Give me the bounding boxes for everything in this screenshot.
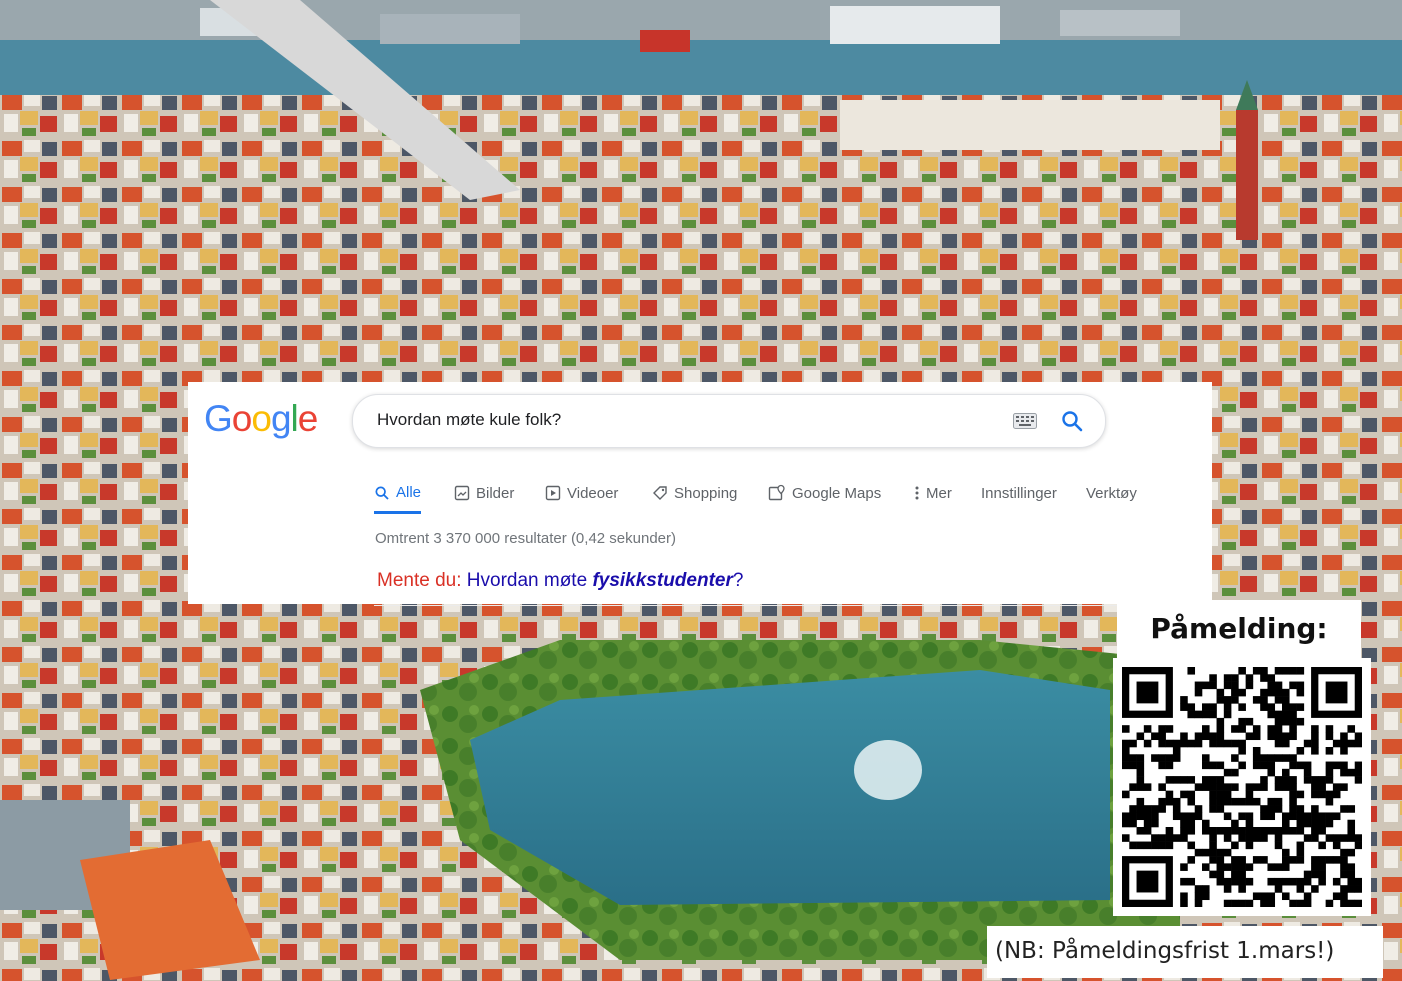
logo-letter: e — [297, 398, 319, 439]
tab-label: Bilder — [476, 484, 515, 502]
dym-text-after: ? — [732, 570, 744, 591]
dym-text-before: Hvordan møte — [466, 570, 593, 591]
tab-label: Verktøy — [1086, 484, 1137, 502]
tab-mer[interactable]: Mer — [914, 474, 952, 512]
tab-alle[interactable]: Alle — [374, 474, 422, 514]
video-icon — [545, 485, 561, 501]
search-icon[interactable] — [1060, 409, 1084, 433]
registration-deadline: (NB: Påmeldingsfrist 1.mars!) — [995, 938, 1335, 964]
google-search-panel: Google Alle Bilder Videoer — [188, 382, 1338, 606]
tab-label: Google Maps — [792, 484, 882, 502]
tab-innstillinger[interactable]: Innstillinger — [981, 474, 1057, 512]
logo-letter: o — [251, 398, 272, 439]
tag-icon — [653, 486, 667, 500]
tab-label: Videoer — [567, 484, 619, 502]
did-you-mean-link[interactable]: Hvordan møte fysikkstudenter? — [467, 570, 744, 591]
registration-qr-code[interactable] — [1113, 658, 1371, 916]
tab-videoer[interactable]: Videoer — [545, 474, 618, 512]
registration-title-box: Påmelding: — [1117, 600, 1361, 660]
google-logo[interactable]: Google — [204, 398, 319, 440]
search-icon — [375, 485, 389, 500]
qr-code-icon — [1122, 667, 1362, 907]
image-icon — [454, 485, 470, 501]
tab-bilder[interactable]: Bilder — [454, 474, 514, 512]
logo-letter: l — [290, 398, 299, 439]
logo-letter: g — [270, 398, 292, 439]
deadline-box: (NB: Påmeldingsfrist 1.mars!) — [987, 926, 1383, 978]
tab-label: Innstillinger — [981, 484, 1057, 502]
logo-letter: o — [231, 398, 253, 439]
search-input[interactable] — [377, 410, 977, 430]
registration-title: Påmelding: — [1150, 612, 1328, 645]
map-icon — [768, 484, 785, 501]
tab-label: Mer — [926, 484, 952, 502]
result-stats: Omtrent 3 370 000 resultater (0,42 sekun… — [375, 530, 676, 547]
more-vert-icon — [915, 486, 919, 500]
tab-shopping[interactable]: Shopping — [652, 474, 737, 512]
tab-google-maps[interactable]: Google Maps — [768, 474, 881, 512]
tab-label: Alle — [396, 484, 422, 501]
did-you-mean-prefix: Mente du: — [377, 570, 462, 591]
dym-emphasis: fysikkstudenter — [592, 570, 733, 591]
did-you-mean: Mente du: Hvordan møte fysikkstudenter? — [377, 570, 743, 592]
tab-verktoy[interactable]: Verktøy — [1086, 474, 1137, 512]
logo-letter: G — [204, 398, 233, 439]
search-box[interactable] — [352, 394, 1106, 448]
keyboard-icon[interactable] — [1013, 413, 1037, 429]
tab-label: Shopping — [674, 484, 738, 502]
